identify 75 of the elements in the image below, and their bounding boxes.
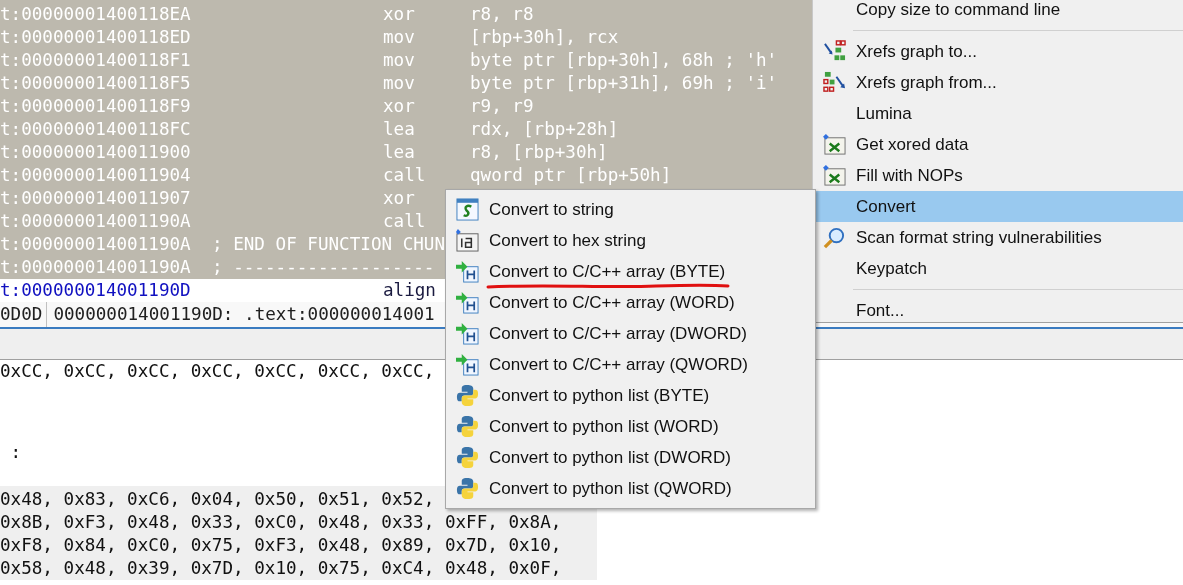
- menu-item[interactable]: Convert to string: [446, 194, 815, 225]
- hex-line: 0x58, 0x48, 0x39, 0x7D, 0x10, 0x75, 0xC4, 0x48, 0x0F,: [0, 557, 562, 580]
- array-icon: [456, 353, 479, 376]
- operands-text: r8, [rbp+30h]: [470, 141, 608, 164]
- array-icon: [456, 322, 479, 345]
- operands-text: qword ptr [rbp+50h]: [470, 164, 672, 187]
- address-text: t:00000001400118F1: [0, 49, 192, 72]
- address-text: t:000000014001190A: [0, 256, 192, 279]
- graph-icon: [823, 71, 846, 94]
- python-icon: [456, 446, 479, 469]
- data-icon: [823, 164, 846, 187]
- python-icon: [456, 384, 479, 407]
- hex-line: 0x48, 0x83, 0xC6, 0x04, 0x50, 0x51, 0x52,: [0, 488, 435, 511]
- python-icon: [456, 415, 479, 438]
- menu-item[interactable]: Convert to python list (WORD): [446, 411, 815, 442]
- mnemonic-text: lea: [383, 118, 415, 141]
- address-text: t:00000001400118EA: [0, 3, 192, 26]
- operands-text: byte ptr [rbp+30h], 68h ; 'h': [470, 49, 778, 72]
- menu-item[interactable]: Convert to python list (DWORD): [446, 442, 815, 473]
- data-icon: [823, 133, 846, 156]
- operands-text: r9, r9: [470, 95, 534, 118]
- mnemonic-text: xor: [383, 187, 415, 210]
- menu-item[interactable]: Convert to C/C++ array (DWORD): [446, 318, 815, 349]
- address-text: t:0000000140011900: [0, 141, 192, 164]
- address-text: t:0000000140011904: [0, 164, 192, 187]
- address-text: t:00000001400118F9: [0, 95, 192, 118]
- hex-line: 0x8B, 0xF3, 0x48, 0x33, 0xC0, 0x48, 0x33, 0xFF, 0x8A,: [0, 511, 562, 534]
- mnemonic-text: mov: [383, 49, 415, 72]
- address-text: t:00000001400118F5: [0, 72, 192, 95]
- comment-text: ; -------------------: [212, 256, 435, 279]
- mnemonic-text: mov: [383, 72, 415, 95]
- location-text: 000000014001190D: .text:000000014001: [53, 303, 435, 326]
- mnemonic-text: align: [383, 279, 436, 302]
- menu-item[interactable]: Font...: [813, 295, 1183, 326]
- mnemonic-text: xor: [383, 3, 415, 26]
- menu-item[interactable]: Convert to hex string: [446, 225, 815, 256]
- mnemonic-text: mov: [383, 26, 415, 49]
- menu-item[interactable]: Convert to python list (QWORD): [446, 473, 815, 504]
- menu-item[interactable]: Fill with NOPs: [813, 160, 1183, 191]
- output-line: 0xCC, 0xCC, 0xCC, 0xCC, 0xCC, 0xCC, 0xCC,: [0, 360, 435, 383]
- address-text: t:0000000140011907: [0, 187, 192, 210]
- mnemonic-text: xor: [383, 95, 415, 118]
- hex-line: 0xF8, 0x84, 0xC0, 0x75, 0xF3, 0x48, 0x89, 0x7D, 0x10,: [0, 534, 562, 557]
- address-text: t:000000014001190A: [0, 210, 192, 233]
- menu-item[interactable]: Xrefs graph to...: [813, 36, 1183, 67]
- string-icon: [456, 198, 479, 221]
- menu-item[interactable]: Get xored data: [813, 129, 1183, 160]
- address-text: t:00000001400118FC: [0, 118, 192, 141]
- operands-text: byte ptr [rbp+31h], 69h ; 'i': [470, 72, 778, 95]
- menu-item[interactable]: Xrefs graph from...: [813, 67, 1183, 98]
- operands-text: [rbp+30h], rcx: [470, 26, 619, 49]
- array-icon: [456, 260, 479, 283]
- address-text: t:000000014001190A: [0, 233, 192, 256]
- hex-icon: [456, 229, 479, 252]
- menu-item[interactable]: Convert to python list (BYTE): [446, 380, 815, 411]
- menu-item[interactable]: Lumina: [813, 98, 1183, 129]
- menu-item[interactable]: Convert to C/C++ array (QWORD): [446, 349, 815, 380]
- mnemonic-text: lea: [383, 141, 415, 164]
- graph-icon: [823, 40, 846, 63]
- search-icon: [823, 226, 846, 249]
- python-icon: [456, 477, 479, 500]
- offset-text: 0D0D: [0, 302, 48, 327]
- array-icon: [456, 291, 479, 314]
- menu-item[interactable]: Convert: [813, 191, 1183, 222]
- menu-item[interactable]: Scan format string vulnerabilities: [813, 222, 1183, 253]
- address-text: t:00000001400118ED: [0, 26, 192, 49]
- address-text: t:000000014001190D: [0, 279, 192, 302]
- operands-text: r8, r8: [470, 3, 534, 26]
- operands-text: rdx, [rbp+28h]: [470, 118, 619, 141]
- mnemonic-text: call: [383, 164, 426, 187]
- comment-text: ; END OF FUNCTION CHUN: [212, 233, 446, 256]
- menu-item[interactable]: Keypatch: [813, 253, 1183, 284]
- menu-item[interactable]: Copy size to command line: [813, 0, 1183, 25]
- output-line: :: [9, 441, 22, 464]
- mnemonic-text: call: [383, 210, 426, 233]
